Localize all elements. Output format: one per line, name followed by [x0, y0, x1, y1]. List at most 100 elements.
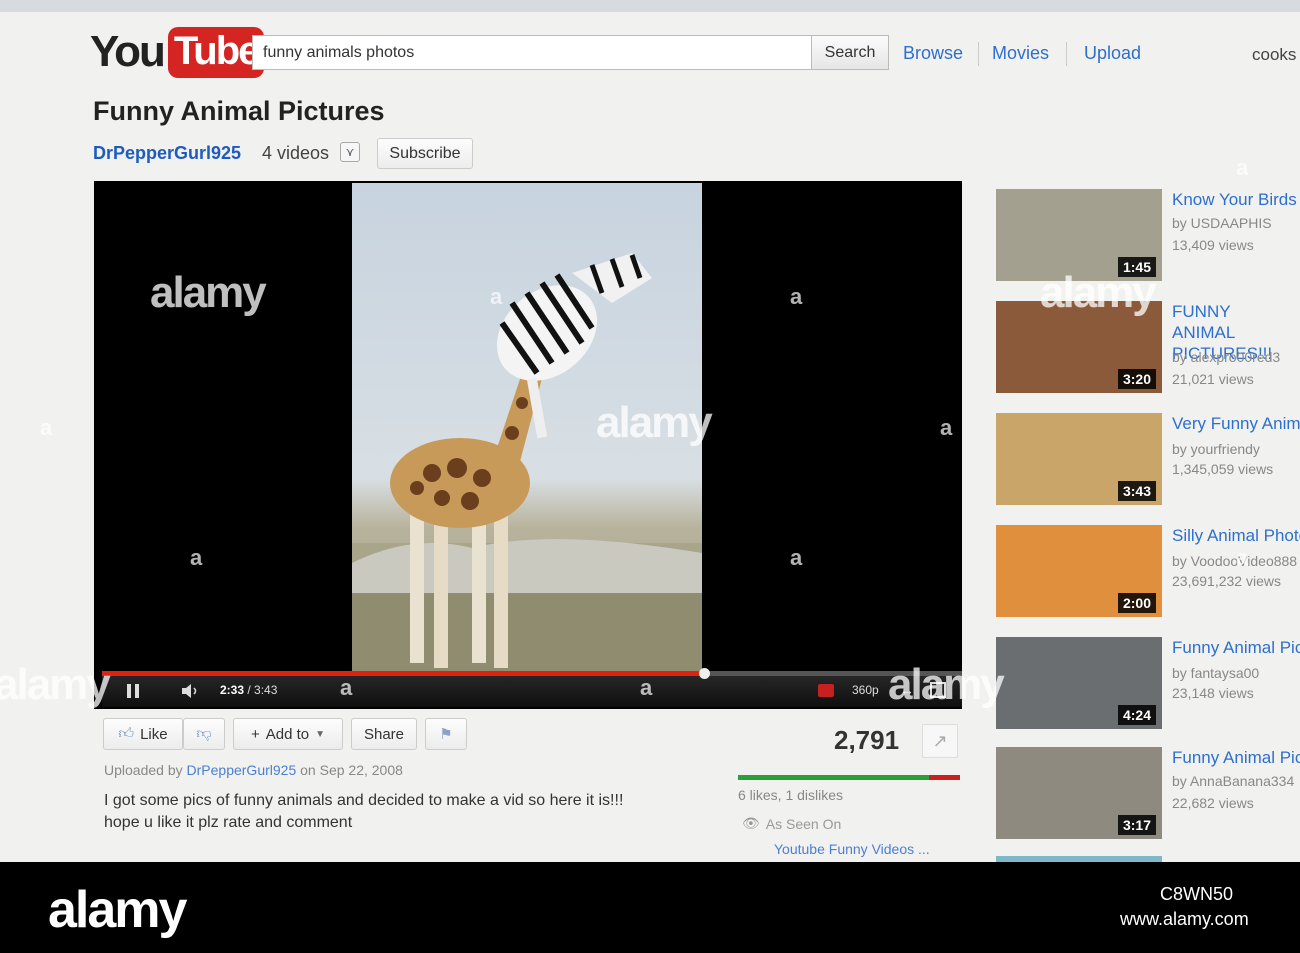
related-video-views: 23,148 views: [1172, 685, 1254, 701]
search-input[interactable]: funny animals photos: [252, 35, 812, 70]
player-control-bar: 2:33 / 3:43 360p ↔: [102, 668, 962, 707]
description-line: hope u like it plz rate and comment: [104, 814, 353, 831]
nav-movies-link[interactable]: Movies: [992, 43, 1049, 64]
pause-icon[interactable]: [127, 684, 141, 698]
related-video-author: by AnnaBanana334: [1172, 773, 1295, 789]
logo-you-text: You: [90, 27, 166, 76]
as-seen-on-label: As Seen On: [765, 815, 842, 832]
related-video-views: 1,345,059 views: [1172, 461, 1274, 477]
related-video-title[interactable]: Funny Animal Pictures: [1172, 637, 1300, 658]
related-video-item[interactable]: 3:17 Funny Animal Pictures by AnnaBanana…: [996, 747, 1300, 839]
subscribe-button[interactable]: Subscribe: [377, 138, 473, 169]
video-thumbnail[interactable]: 4:24: [996, 637, 1162, 729]
nav-upload-link[interactable]: Upload: [1084, 43, 1141, 64]
related-video-item[interactable]: 4:24 Funny Animal Pictures by fantaysa00…: [996, 637, 1300, 729]
video-duration: 4:24: [1117, 705, 1156, 725]
progress-scrubber[interactable]: [699, 668, 710, 679]
alamy-watermark-glyph: a: [1236, 155, 1249, 180]
add-to-label: Add to: [265, 725, 310, 743]
alamy-watermark: alamy: [1040, 268, 1157, 317]
alamy-watermark-glyph: a: [490, 284, 503, 309]
progress-bar[interactable]: [102, 668, 962, 679]
alamy-watermark: alamy: [888, 660, 1005, 709]
add-to-button[interactable]: + Add to ▼: [233, 718, 343, 750]
alamy-watermark-glyph: a: [1236, 545, 1249, 570]
related-video-views: 13,409 views: [1172, 237, 1254, 253]
alamy-watermark: alamy: [150, 268, 267, 317]
uploader-link[interactable]: DrPepperGurl925: [187, 762, 297, 778]
like-label: Like: [140, 725, 168, 743]
thumbs-down-icon: 👎︎: [196, 725, 212, 742]
nav-divider: [978, 42, 979, 66]
alamy-watermark: alamy: [0, 660, 111, 709]
seen-on-link[interactable]: Youtube Funny Videos ...: [774, 841, 930, 857]
alamy-logo: alamy: [48, 881, 187, 939]
likes-dislikes-text: 6 likes, 1 dislikes: [738, 787, 844, 803]
flag-icon: ⚑: [439, 726, 453, 743]
related-video-author: by yourfriendy: [1172, 441, 1260, 457]
time-display: 2:33 / 3:43: [220, 683, 277, 697]
channel-link[interactable]: DrPepperGurl925: [93, 143, 241, 164]
as-seen-on: 👁︎ As Seen On: [742, 815, 841, 832]
video-player[interactable]: 2:33 / 3:43 360p ↔: [94, 181, 962, 709]
video-thumbnail[interactable]: 3:43: [996, 413, 1162, 505]
alamy-watermark-glyph: a: [790, 545, 803, 570]
channel-video-count: 4 videos: [262, 143, 330, 163]
total-duration: / 3:43: [247, 683, 278, 697]
progress-fill: [102, 671, 704, 676]
related-video-author: by alexpro00red3: [1172, 349, 1281, 365]
logo-tube-text: Tube: [167, 26, 265, 78]
video-duration: 3:20: [1117, 369, 1156, 389]
volume-icon[interactable]: [180, 683, 200, 699]
annotations-icon[interactable]: [818, 684, 834, 697]
video-duration: 2:00: [1117, 593, 1156, 613]
rating-bar: [738, 775, 960, 780]
video-title: Funny Animal Pictures: [93, 96, 385, 126]
related-video-views: 22,682 views: [1172, 795, 1254, 811]
alamy-watermark-glyph: a: [640, 675, 653, 700]
chevron-down-icon: ▼: [315, 728, 326, 740]
related-video-item[interactable]: 2:00 Silly Animal Photos by VoodooVideo8…: [996, 525, 1300, 617]
flag-button[interactable]: ⚑: [425, 718, 467, 750]
related-video-title[interactable]: Very Funny Animals: [1172, 413, 1300, 434]
nav-browse-link[interactable]: Browse: [903, 43, 963, 64]
video-duration: 3:43: [1117, 481, 1156, 501]
chevron-down-icon[interactable]: ⋎: [340, 142, 360, 162]
browser-top-edge: [0, 0, 1300, 12]
upload-date: on Sep 22, 2008: [300, 762, 403, 778]
view-count: 2,791: [834, 725, 900, 755]
screen: You Tube funny animals photos Search Bro…: [0, 0, 1300, 862]
nav-divider: [1066, 42, 1067, 66]
alamy-watermark-glyph: a: [190, 545, 203, 570]
related-video-item[interactable]: 3:43 Very Funny Animals by yourfriendy 1…: [996, 413, 1300, 505]
alamy-watermark-glyph: a: [40, 415, 53, 440]
related-video-views: 21,021 views: [1172, 371, 1254, 387]
related-video-views: 23,691,232 views: [1172, 573, 1281, 589]
thumbs-up-icon: 👍︎: [118, 725, 135, 742]
video-description: I got some pics of funny animals and dec…: [104, 790, 704, 834]
video-duration: 3:17: [1117, 815, 1156, 835]
statistics-chart-icon[interactable]: ↗: [922, 724, 958, 758]
video-thumbnail[interactable]: 3:17: [996, 747, 1162, 839]
related-video-title[interactable]: Silly Animal Photos: [1172, 525, 1300, 546]
upload-info: Uploaded by DrPepperGurl925 on Sep 22, 2…: [104, 762, 403, 778]
user-account-link[interactable]: cooks: [1242, 45, 1296, 65]
share-button[interactable]: Share: [351, 718, 417, 750]
alamy-watermark-glyph: a: [940, 415, 953, 440]
related-video-author: by VoodooVideo888: [1172, 553, 1298, 569]
quality-selector[interactable]: 360p: [852, 683, 879, 697]
current-time: 2:33: [220, 683, 245, 697]
description-line: I got some pics of funny animals and dec…: [104, 792, 624, 809]
search-button[interactable]: Search: [811, 35, 889, 70]
related-video-title[interactable]: Know Your Birds: [1172, 189, 1300, 210]
alamy-url: www.alamy.com: [1120, 909, 1249, 929]
related-video-title[interactable]: Funny Animal Pictures: [1172, 747, 1300, 768]
alamy-watermark-glyph: a: [340, 675, 353, 700]
youtube-logo[interactable]: You Tube: [90, 24, 265, 80]
eye-icon: 👁︎: [742, 815, 760, 831]
rating-likes-fill: [738, 775, 929, 780]
video-thumbnail[interactable]: 2:00: [996, 525, 1162, 617]
dislike-button[interactable]: 👎︎: [183, 718, 225, 750]
like-button[interactable]: 👍︎ Like: [103, 718, 183, 750]
plus-icon: +: [250, 725, 260, 743]
